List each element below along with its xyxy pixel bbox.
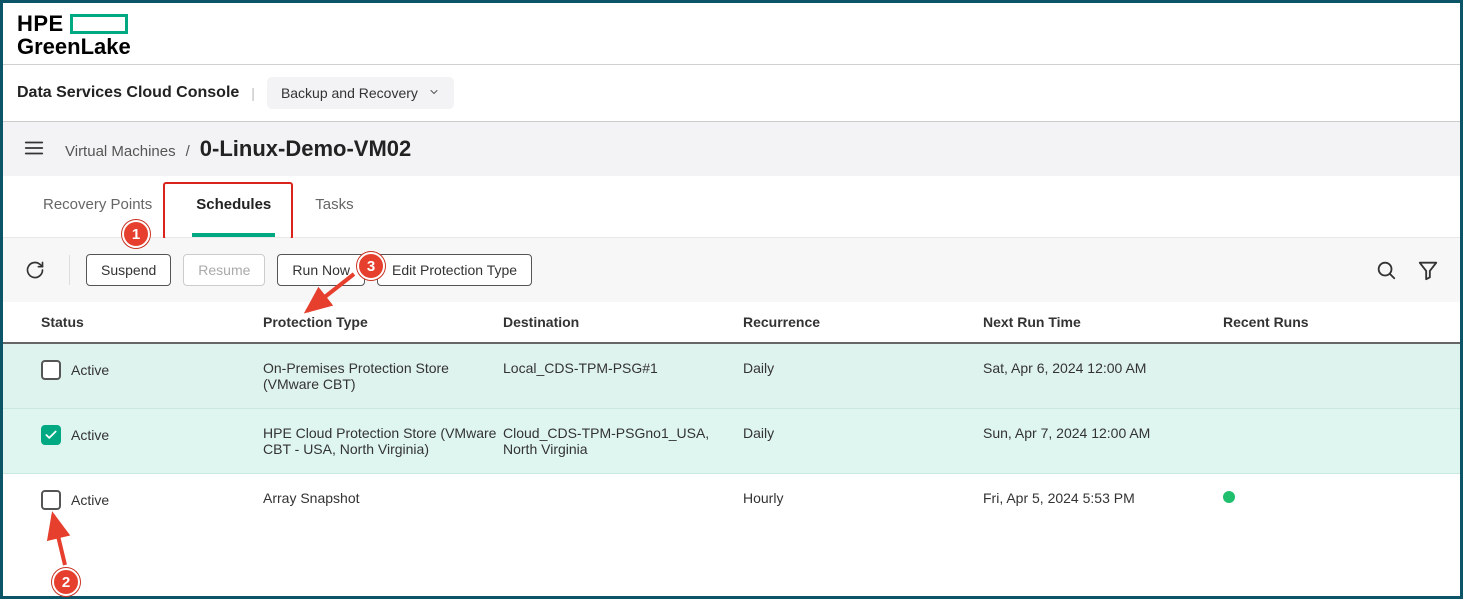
- row-checkbox[interactable]: [41, 360, 61, 380]
- annotation-bubble-2: 2: [52, 568, 80, 596]
- cell-ptype: Array Snapshot: [263, 490, 503, 506]
- col-recent: Recent Runs: [1223, 314, 1440, 330]
- schedules-table: Status Protection Type Destination Recur…: [3, 302, 1460, 526]
- breadcrumb-slash: /: [186, 143, 190, 160]
- row-checkbox[interactable]: [41, 425, 61, 445]
- service-dropdown[interactable]: Backup and Recovery: [267, 77, 454, 109]
- cell-recur: Daily: [743, 425, 983, 441]
- breadcrumb: Virtual Machines / 0-Linux-Demo-VM02: [65, 136, 411, 162]
- run-now-button[interactable]: Run Now: [277, 254, 365, 286]
- cell-dest: Cloud_CDS-TPM-PSGno1_USA, North Virginia: [503, 425, 743, 457]
- console-title: Data Services Cloud Console: [17, 84, 239, 102]
- filter-icon[interactable]: [1416, 258, 1440, 282]
- hpe-rect-icon: [70, 14, 128, 34]
- col-recur: Recurrence: [743, 314, 983, 330]
- chevron-down-icon: [428, 85, 440, 101]
- service-dropdown-label: Backup and Recovery: [281, 85, 418, 101]
- toolbar-separator: [69, 255, 70, 285]
- table-row[interactable]: Active Array Snapshot Hourly Fri, Apr 5,…: [3, 474, 1460, 526]
- cell-ptype: On-Premises Protection Store (VMware CBT…: [263, 360, 503, 392]
- col-status: Status: [23, 314, 263, 330]
- status-text: Active: [71, 427, 109, 443]
- cell-recur: Hourly: [743, 490, 983, 506]
- recent-run-dot-icon: [1223, 491, 1235, 503]
- status-text: Active: [71, 492, 109, 508]
- breadcrumb-bar: Virtual Machines / 0-Linux-Demo-VM02: [3, 121, 1460, 176]
- brand-line2: GreenLake: [17, 34, 1446, 60]
- cell-next: Sun, Apr 7, 2024 12:00 AM: [983, 425, 1223, 441]
- suspend-button[interactable]: Suspend: [86, 254, 171, 286]
- col-ptype: Protection Type: [263, 314, 503, 330]
- cell-recent: [1223, 490, 1440, 506]
- status-text: Active: [71, 362, 109, 378]
- edit-protection-type-button[interactable]: Edit Protection Type: [377, 254, 532, 286]
- tab-recovery-points[interactable]: Recovery Points: [39, 176, 156, 237]
- col-next: Next Run Time: [983, 314, 1223, 330]
- menu-icon[interactable]: [23, 137, 45, 162]
- brand-header: HPE GreenLake: [3, 3, 1460, 64]
- refresh-icon[interactable]: [23, 258, 47, 282]
- tabs: Recovery Points Schedules Tasks: [3, 176, 1460, 238]
- console-bar: Data Services Cloud Console | Backup and…: [3, 64, 1460, 121]
- cell-dest: Local_CDS-TPM-PSG#1: [503, 360, 743, 376]
- table-row[interactable]: Active HPE Cloud Protection Store (VMwar…: [3, 408, 1460, 474]
- cell-recur: Daily: [743, 360, 983, 376]
- separator: |: [251, 85, 255, 101]
- resume-button: Resume: [183, 254, 265, 286]
- table-row[interactable]: Active On-Premises Protection Store (VMw…: [3, 344, 1460, 408]
- cell-next: Sat, Apr 6, 2024 12:00 AM: [983, 360, 1223, 376]
- search-icon[interactable]: [1374, 258, 1398, 282]
- breadcrumb-parent[interactable]: Virtual Machines: [65, 143, 176, 160]
- table-header: Status Protection Type Destination Recur…: [3, 302, 1460, 344]
- cell-next: Fri, Apr 5, 2024 5:53 PM: [983, 490, 1223, 506]
- col-dest: Destination: [503, 314, 743, 330]
- breadcrumb-current: 0-Linux-Demo-VM02: [200, 136, 411, 162]
- cell-ptype: HPE Cloud Protection Store (VMware CBT -…: [263, 425, 503, 457]
- tab-tasks[interactable]: Tasks: [311, 176, 357, 237]
- action-toolbar: Suspend Resume Run Now Edit Protection T…: [3, 238, 1460, 302]
- row-checkbox[interactable]: [41, 490, 61, 510]
- tab-schedules[interactable]: Schedules: [192, 176, 275, 237]
